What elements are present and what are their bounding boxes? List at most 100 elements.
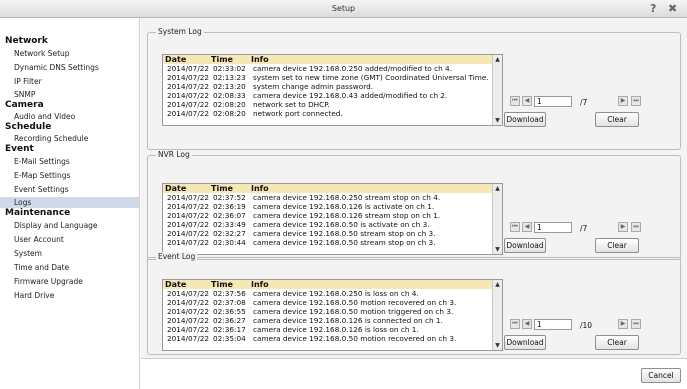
scroll-down-icon[interactable]: ▼ [494,117,501,124]
nvr-log-title: NVR Log [156,150,192,159]
scroll-up-icon[interactable]: ▲ [494,185,501,192]
system-log-header: Date Time Info [163,55,493,64]
log-date: 2014/07/22 [167,109,210,118]
column-info: Info [251,55,269,64]
sidebar-item-logs[interactable]: Logs [0,197,139,208]
log-info: camera device 192.168.0.43 added/modifie… [253,91,448,100]
first-page-icon[interactable]: ⏮ [510,319,520,329]
log-info: camera device 192.168.0.126 is loss on c… [253,325,419,334]
log-time: 02:32:27 [213,229,246,238]
cancel-button[interactable]: Cancel [641,368,681,383]
sidebar-item-ip-filter[interactable]: IP Filter [0,75,139,89]
sidebar-group-camera: Camera [5,100,44,110]
log-date: 2014/07/22 [167,334,210,343]
system-log-download-button[interactable]: Download [504,112,546,127]
scroll-up-icon[interactable]: ▲ [494,56,501,63]
system-log-title: System Log [156,27,204,36]
event-log-clear-button[interactable]: Clear [595,335,639,350]
log-date: 2014/07/22 [167,325,210,334]
sidebar-group-network: Network [5,36,48,46]
log-time: 02:30:44 [213,238,246,247]
log-time: 02:36:07 [213,211,246,220]
nvr-log-clear-button[interactable]: Clear [595,238,639,253]
log-time: 02:35:04 [213,334,246,343]
column-info: Info [251,280,269,289]
event-log-scrollbar[interactable]: ▲ ▼ [492,280,502,350]
sidebar-group-maintenance: Maintenance [5,208,71,218]
sidebar-group-event: Event [5,144,34,154]
nvr-log-download-button[interactable]: Download [504,238,546,253]
nvr-log-page-total: /7 [580,224,588,233]
log-date: 2014/07/22 [167,238,210,247]
sidebar-item-dynamic-dns-settings[interactable]: Dynamic DNS Settings [0,61,139,75]
column-time: Time [211,184,233,193]
event-log-page-input[interactable]: 1 [534,319,572,330]
log-time: 02:33:02 [213,64,246,73]
next-page-icon[interactable]: ▶ [618,96,628,106]
scroll-down-icon[interactable]: ▼ [494,342,501,349]
next-page-icon[interactable]: ▶ [618,222,628,232]
sidebar-item-audio-and-video[interactable]: Audio and Video [0,111,139,122]
last-page-icon[interactable]: ⏭ [631,319,641,329]
column-date: Date [165,184,187,193]
system-log-clear-button[interactable]: Clear [595,112,639,127]
system-log-panel: System Log Date Time Info 2014/07/22 02:3… [147,27,681,150]
system-log-page-input[interactable]: 1 [534,96,572,107]
sidebar-item-time-and-date[interactable]: Time and Date [0,261,139,275]
event-log-panel: Event Log Date Time Info 2014/07/22 02:37… [147,252,681,355]
scroll-down-icon[interactable]: ▼ [494,246,501,253]
window-title: Setup [331,4,356,13]
log-info: camera device 192.168.0.50 motion recove… [253,298,457,307]
log-info: system set to new time zone (GMT) Coordi… [253,73,489,82]
event-log-list[interactable]: Date Time Info 2014/07/22 02:37:56 camera … [162,279,503,351]
sidebar-item-event-settings[interactable]: Event Settings [0,183,139,197]
event-log-download-button[interactable]: Download [504,335,546,350]
log-time: 02:37:08 [213,298,246,307]
log-time: 02:33:49 [213,220,246,229]
sidebar-item-display-and-language[interactable]: Display and Language [0,219,139,233]
first-page-icon[interactable]: ⏮ [510,96,520,106]
log-date: 2014/07/22 [167,307,210,316]
prev-page-icon[interactable]: ◀ [522,96,532,106]
nvr-log-header: Date Time Info [163,184,493,193]
help-icon[interactable]: ? [650,2,656,15]
sidebar-item-user-account[interactable]: User Account [0,233,139,247]
sidebar-item-hard-drive[interactable]: Hard Drive [0,289,139,303]
close-icon[interactable]: ✖ [668,2,677,15]
sidebar-item-emap-settings[interactable]: E-Map Settings [0,169,139,183]
log-time: 02:36:27 [213,316,246,325]
log-date: 2014/07/22 [167,229,210,238]
log-date: 2014/07/22 [167,64,210,73]
sidebar-item-firmware-upgrade[interactable]: Firmware Upgrade [0,275,139,289]
log-info: camera device 192.168.0.126 is activate … [253,202,435,211]
log-info: camera device 192.168.0.50 stream stop o… [253,238,436,247]
sidebar-item-network-setup[interactable]: Network Setup [0,47,139,61]
log-date: 2014/07/22 [167,73,210,82]
log-date: 2014/07/22 [167,202,210,211]
system-log-list[interactable]: Date Time Info 2014/07/22 02:33:02 camera … [162,54,503,126]
log-info: camera device 192.168.0.250 is loss on c… [253,289,419,298]
sidebar-item-snmp[interactable]: SNMP [0,89,139,100]
prev-page-icon[interactable]: ◀ [522,319,532,329]
log-info: network set to DHCP. [253,100,330,109]
last-page-icon[interactable]: ⏭ [631,96,641,106]
log-date: 2014/07/22 [167,82,210,91]
system-log-scrollbar[interactable]: ▲ ▼ [492,55,502,125]
column-time: Time [211,280,233,289]
nvr-log-scrollbar[interactable]: ▲ ▼ [492,184,502,254]
sidebar-item-email-settings[interactable]: E-Mail Settings [0,155,139,169]
prev-page-icon[interactable]: ◀ [522,222,532,232]
last-page-icon[interactable]: ⏭ [631,222,641,232]
log-info: camera device 192.168.0.250 added/modifi… [253,64,453,73]
log-info: system change admin password. [253,82,374,91]
first-page-icon[interactable]: ⏮ [510,222,520,232]
nvr-log-page-input[interactable]: 1 [534,222,572,233]
next-page-icon[interactable]: ▶ [618,319,628,329]
sidebar-item-recording-schedule[interactable]: Recording Schedule [0,133,139,144]
log-info: camera device 192.168.0.126 is connected… [253,316,443,325]
scroll-up-icon[interactable]: ▲ [494,281,501,288]
title-bar: Setup ? ✖ [0,0,687,18]
sidebar-item-system[interactable]: System [0,247,139,261]
nvr-log-list[interactable]: Date Time Info 2014/07/22 02:37:52 camera … [162,183,503,255]
log-info: camera device 192.168.0.50 motion recove… [253,334,457,343]
